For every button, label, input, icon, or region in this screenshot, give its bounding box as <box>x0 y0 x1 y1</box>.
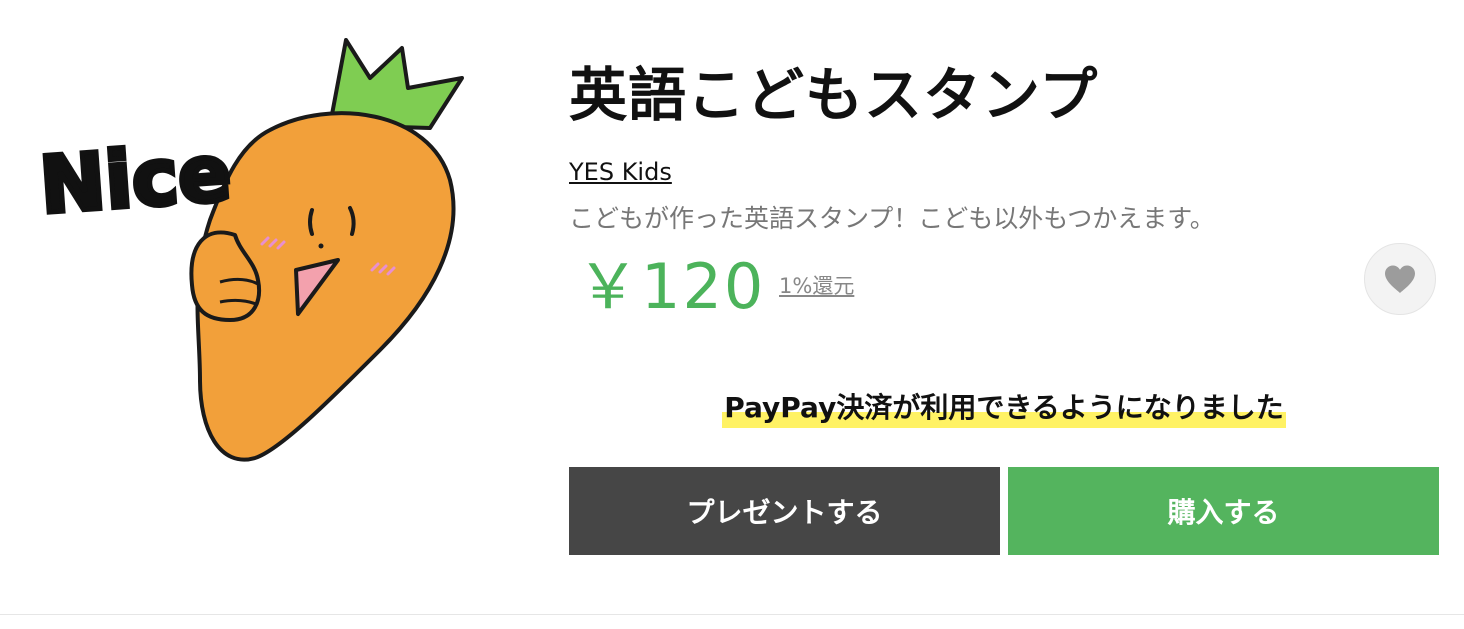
paypay-notice-row: PayPay決済が利用できるようになりました <box>569 388 1439 428</box>
paypay-notice: PayPay決済が利用できるようになりました <box>722 388 1286 428</box>
author-link[interactable]: YES Kids <box>569 155 672 189</box>
favorite-button[interactable] <box>1364 243 1436 315</box>
reward-link[interactable]: 1%還元 <box>779 271 854 301</box>
action-buttons: プレゼントする 購入する <box>569 467 1439 555</box>
sticker-image: Nice <box>35 38 464 462</box>
heart-icon <box>1385 265 1415 293</box>
buy-button[interactable]: 購入する <box>1008 467 1439 555</box>
price-row: ￥120 1%還元 <box>569 243 1439 327</box>
svg-text:Nice: Nice <box>37 128 234 231</box>
product-title: 英語こどもスタンプ <box>569 61 1099 129</box>
sticker-product-page: Nice 英語こどもスタンプ YES Kids こどもが作った英語スタンプ！こど… <box>0 0 1464 629</box>
bottom-divider <box>0 614 1464 615</box>
present-button[interactable]: プレゼントする <box>569 467 1000 555</box>
product-info: 英語こどもスタンプ YES Kids こどもが作った英語スタンプ！こども以外もつ… <box>569 55 1439 327</box>
product-description: こどもが作った英語スタンプ！こども以外もつかえます。 <box>569 204 1215 233</box>
price: ￥120 <box>577 250 766 323</box>
